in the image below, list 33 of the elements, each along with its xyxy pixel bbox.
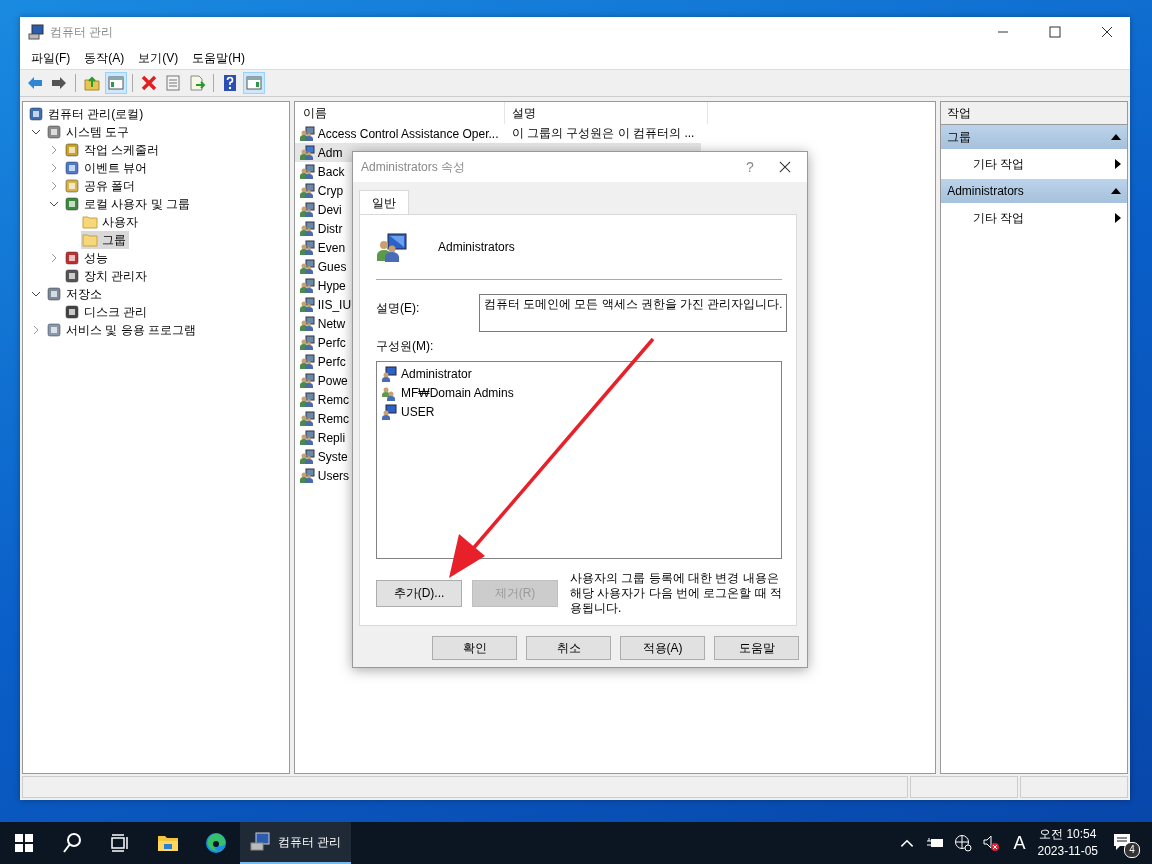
dialog-title: Administrators 속성 [361,158,466,176]
group-name: Gues [317,259,347,274]
window-title: 컴퓨터 관리 [50,23,114,41]
app-label: 컴퓨터 관리 [278,833,342,851]
clock-time: 오전 10:54 [1039,826,1097,843]
group-name: Hype [317,278,346,293]
group-name: Remc [317,392,350,407]
group-description: 이 그룹의 구성원은 이 컴퓨터의 ... [510,125,695,142]
group-name: Repli [317,430,346,445]
section-title: 그룹 [947,128,972,146]
members-label: 구성원(M): [376,338,435,355]
group-name: Even [317,240,346,255]
group-name: Cryp [317,183,344,198]
group-name: Distr [317,221,343,236]
notification-badge: 4 [1124,842,1140,858]
group-name: Adm [317,145,343,160]
group-name: Users [317,468,350,483]
section-title: Administrators [947,184,1024,198]
group-name: Access Control Assistance Oper... [317,126,499,141]
group-name: Powe [317,373,348,388]
group-name: Administrators [438,240,515,254]
group-name: Devi [317,202,342,217]
clock-date: 2023-11-05 [1037,843,1098,860]
group-name: IIS_IU [317,297,352,312]
description-label: 설명(E): [376,300,421,317]
group-name: Perfc [317,354,346,369]
group-name: Syste [317,449,348,464]
actions-header: 작업 [941,102,1127,125]
group-name: Remc [317,411,350,426]
group-name: Perfc [317,335,346,350]
group-name: Back [317,164,345,179]
note-text: 사용자의 그룹 등록에 대한 변경 내용은 해당 사용자가 다음 번에 로그온할 때 적용됩니다. [569,571,782,616]
group-name: Netw [317,316,346,331]
